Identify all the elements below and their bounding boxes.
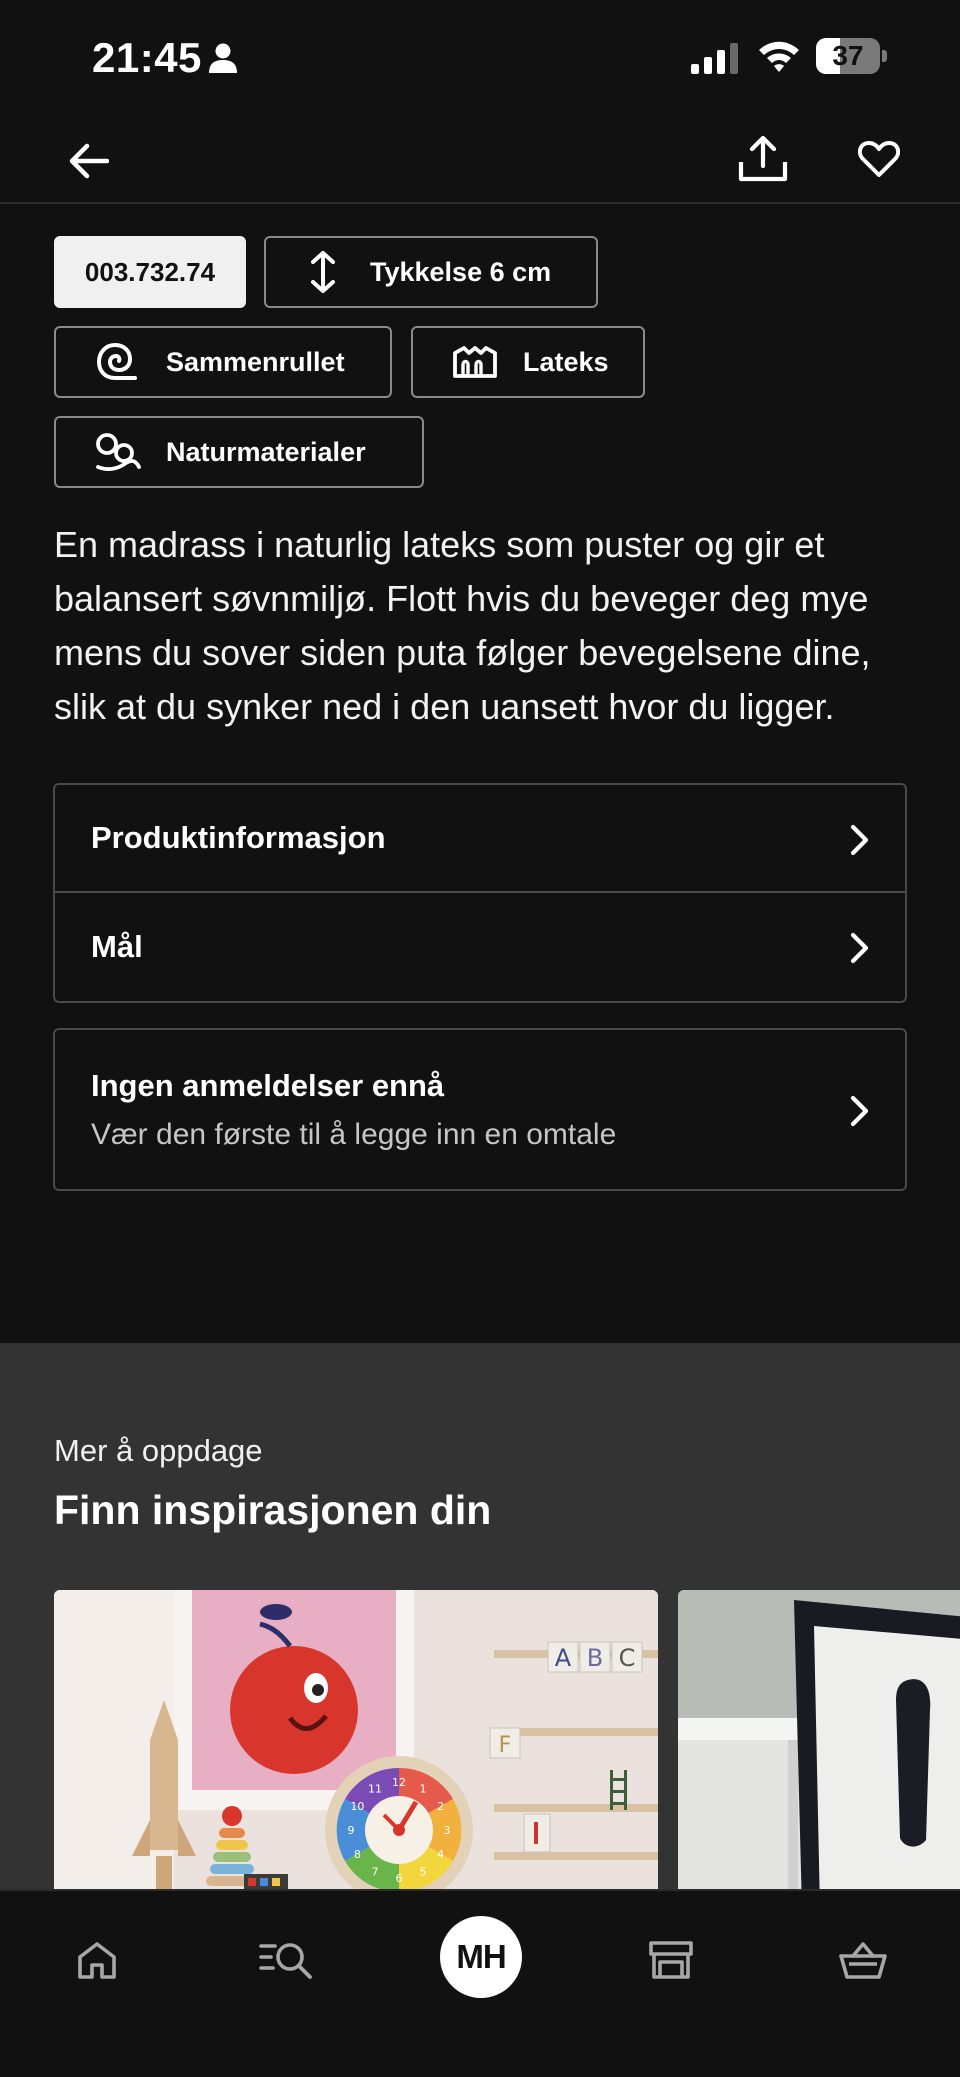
product-description: En madrass i naturlig lateks som puster … — [54, 524, 871, 727]
chevron-right-icon — [850, 932, 869, 964]
dimensions-label: Mål — [91, 929, 143, 964]
reviews-subtitle: Vær den første til å legge inn en omtale — [91, 1118, 617, 1151]
art-frame-image — [678, 1590, 960, 1891]
person-icon — [209, 43, 237, 73]
bottom-navigation: MH — [0, 1889, 960, 2077]
status-bar: 21:45 37 — [0, 0, 960, 118]
nav-search[interactable] — [241, 1915, 331, 2005]
letter-block-c: C — [619, 1644, 636, 1672]
inspiration-card-art-frame[interactable] — [678, 1590, 960, 1891]
basket-icon — [839, 1942, 887, 1979]
share-button[interactable] — [728, 124, 798, 194]
nav-profile[interactable]: MH — [431, 1907, 531, 2007]
store-icon — [649, 1941, 693, 1979]
natural-materials-label: Naturmaterialer — [166, 436, 366, 467]
inspiration-card-kids-room[interactable]: A B C F 12 1 2 3 4 5 6 7 8 9 10 11 — [54, 1590, 658, 1891]
battery-level: 37 — [832, 40, 864, 71]
natural-material-icon — [96, 433, 141, 471]
clock-number: 8 — [354, 1848, 361, 1861]
heart-icon — [858, 141, 900, 177]
article-number-chip[interactable]: 003.732.74 — [54, 236, 246, 308]
clock-number: 7 — [372, 1866, 379, 1879]
reviews-row[interactable]: Ingen anmeldelser ennå Vær den første ti… — [53, 1028, 907, 1191]
latex-icon — [453, 346, 497, 378]
natural-materials-chip[interactable]: Naturmaterialer — [54, 416, 424, 488]
thickness-chip[interactable]: Tykkelse 6 cm — [264, 236, 598, 308]
clock-number: 6 — [396, 1872, 403, 1885]
inspiration-section: Mer å oppdage Finn inspirasjonen din A B… — [0, 1343, 960, 1891]
latex-label: Lateks — [523, 346, 609, 377]
letter-block-b: B — [587, 1644, 603, 1672]
clock-number: 11 — [368, 1782, 382, 1795]
rolled-label: Sammenrullet — [166, 346, 345, 377]
letter-block-f: F — [499, 1733, 512, 1758]
clock-number: 4 — [437, 1848, 444, 1861]
clock-number: 5 — [420, 1866, 427, 1879]
nav-stores[interactable] — [626, 1915, 716, 2005]
home-icon — [78, 1942, 116, 1979]
favourite-button[interactable] — [846, 126, 912, 192]
clock-number: 2 — [437, 1800, 444, 1813]
letter-block-a: A — [555, 1644, 572, 1672]
status-time: 21:45 — [92, 34, 202, 81]
thickness-label: Tykkelse 6 cm — [370, 256, 552, 287]
inspiration-title: Finn inspirasjonen din — [54, 1487, 492, 1533]
clock-number: 10 — [350, 1800, 364, 1813]
clock-number: 3 — [444, 1824, 451, 1837]
kids-room-image: A B C F 12 1234567891011 — [54, 1590, 658, 1891]
latex-chip[interactable]: Lateks — [411, 326, 645, 398]
share-icon — [738, 136, 788, 182]
clock-number: 9 — [348, 1824, 355, 1837]
inspiration-kicker: Mer å oppdage — [54, 1433, 263, 1468]
battery-indicator: 37 — [816, 38, 888, 74]
product-information-label: Produktinformasjon — [91, 820, 386, 855]
clock-number: 12 — [392, 1776, 406, 1789]
cellular-signal-icon — [691, 43, 738, 74]
clock-number: 1 — [420, 1782, 427, 1795]
nav-basket[interactable] — [818, 1915, 908, 2005]
product-information-row[interactable]: Produktinformasjon — [55, 785, 905, 893]
dimensions-row[interactable]: Mål — [55, 893, 905, 1001]
chevron-right-icon — [850, 1095, 869, 1127]
profile-avatar: MH — [440, 1916, 522, 1998]
chevron-right-icon — [850, 824, 869, 856]
article-number: 003.732.74 — [84, 256, 216, 287]
search-icon — [259, 1943, 312, 1979]
top-app-bar — [0, 118, 960, 204]
vertical-arrows-icon — [311, 251, 335, 293]
nav-home[interactable] — [52, 1915, 142, 2005]
back-button[interactable] — [56, 128, 122, 194]
reviews-title: Ingen anmeldelser ennå — [91, 1068, 445, 1103]
wifi-icon — [759, 41, 799, 72]
spiral-icon — [96, 342, 137, 380]
product-details-list: Produktinformasjon Mål — [53, 783, 907, 1003]
arrow-left-icon — [69, 143, 109, 179]
rolled-chip[interactable]: Sammenrullet — [54, 326, 392, 398]
